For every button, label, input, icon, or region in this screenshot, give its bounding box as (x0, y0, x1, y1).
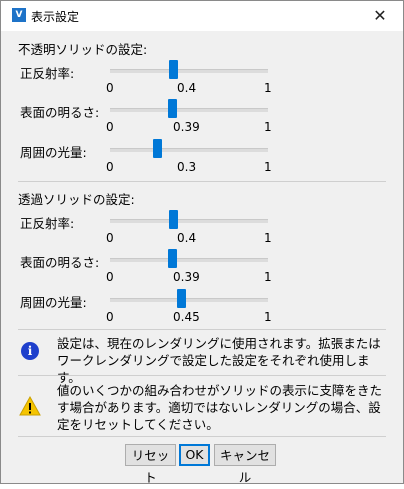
opaque-brightness-slider[interactable] (110, 99, 268, 121)
opaque-section-title: 不透明ソリッドの設定: (18, 42, 148, 57)
transparent-brightness-min: 0 (106, 270, 114, 284)
opaque-specular-min: 0 (106, 81, 114, 95)
info-message: 設定は、現在のレンダリングに使用されます。拡張またはワークレンダリングで設定した… (57, 336, 381, 385)
transparent-specular-value: 0.4 (177, 231, 197, 245)
opaque-brightness-label: 表面の明るさ: (20, 105, 100, 120)
slider-track (110, 219, 268, 223)
display-settings-dialog: V 表示設定 ✕ 不透明ソリッドの設定: 正反射率: 0 0.4 1 表面の明る… (0, 0, 404, 485)
transparent-ambient-max: 1 (264, 310, 272, 324)
opaque-ambient-label: 周囲の光量: (20, 145, 87, 160)
slider-track (110, 148, 268, 152)
warning-message: 値のいくつかの組み合わせがソリッドの表示に支障をきたす場合があります。適切ではな… (57, 383, 383, 432)
section-divider (18, 436, 386, 437)
opaque-ambient-value: 0.3 (177, 160, 197, 174)
slider-thumb[interactable] (169, 60, 179, 79)
transparent-ambient-slider[interactable] (110, 289, 268, 311)
slider-track (110, 298, 268, 302)
opaque-specular-slider[interactable] (110, 60, 268, 82)
transparent-ambient-value: 0.45 (173, 310, 200, 324)
transparent-brightness-max: 1 (264, 270, 272, 284)
dialog-title: 表示設定 (31, 10, 80, 24)
opaque-specular-value: 0.4 (177, 81, 197, 95)
transparent-ambient-min: 0 (106, 310, 114, 324)
opaque-brightness-min: 0 (106, 120, 114, 134)
slider-track (110, 69, 268, 73)
transparent-specular-min: 0 (106, 231, 114, 245)
ok-button[interactable]: OK (179, 444, 210, 466)
slider-thumb[interactable] (153, 139, 163, 158)
opaque-ambient-min: 0 (106, 160, 114, 174)
transparent-specular-label: 正反射率: (20, 216, 75, 231)
reset-button[interactable]: リセット (125, 444, 176, 485)
opaque-brightness-value: 0.39 (173, 120, 200, 134)
slider-thumb[interactable] (177, 289, 187, 308)
section-divider (18, 329, 386, 330)
transparent-brightness-slider[interactable] (110, 249, 268, 271)
opaque-ambient-slider[interactable] (110, 139, 268, 161)
warning-icon (19, 396, 41, 416)
section-divider (18, 375, 386, 376)
cancel-button[interactable]: キャンセル (214, 444, 276, 485)
slider-track (110, 258, 268, 262)
title-bar: V 表示設定 ✕ (1, 1, 403, 31)
app-icon: V (12, 8, 26, 22)
slider-thumb[interactable] (169, 210, 179, 229)
close-button[interactable]: ✕ (357, 1, 403, 31)
transparent-specular-max: 1 (264, 231, 272, 245)
transparent-brightness-value: 0.39 (173, 270, 200, 284)
slider-thumb[interactable] (167, 99, 177, 118)
opaque-ambient-max: 1 (264, 160, 272, 174)
slider-thumb[interactable] (167, 249, 177, 268)
slider-track (110, 108, 268, 112)
transparent-section-title: 透過ソリッドの設定: (18, 192, 135, 207)
transparent-specular-slider[interactable] (110, 210, 268, 232)
opaque-brightness-max: 1 (264, 120, 272, 134)
transparent-ambient-label: 周囲の光量: (20, 295, 87, 310)
opaque-specular-max: 1 (264, 81, 272, 95)
opaque-specular-label: 正反射率: (20, 66, 75, 81)
transparent-brightness-label: 表面の明るさ: (20, 255, 100, 270)
section-divider (18, 181, 386, 182)
info-icon: i (21, 342, 39, 360)
